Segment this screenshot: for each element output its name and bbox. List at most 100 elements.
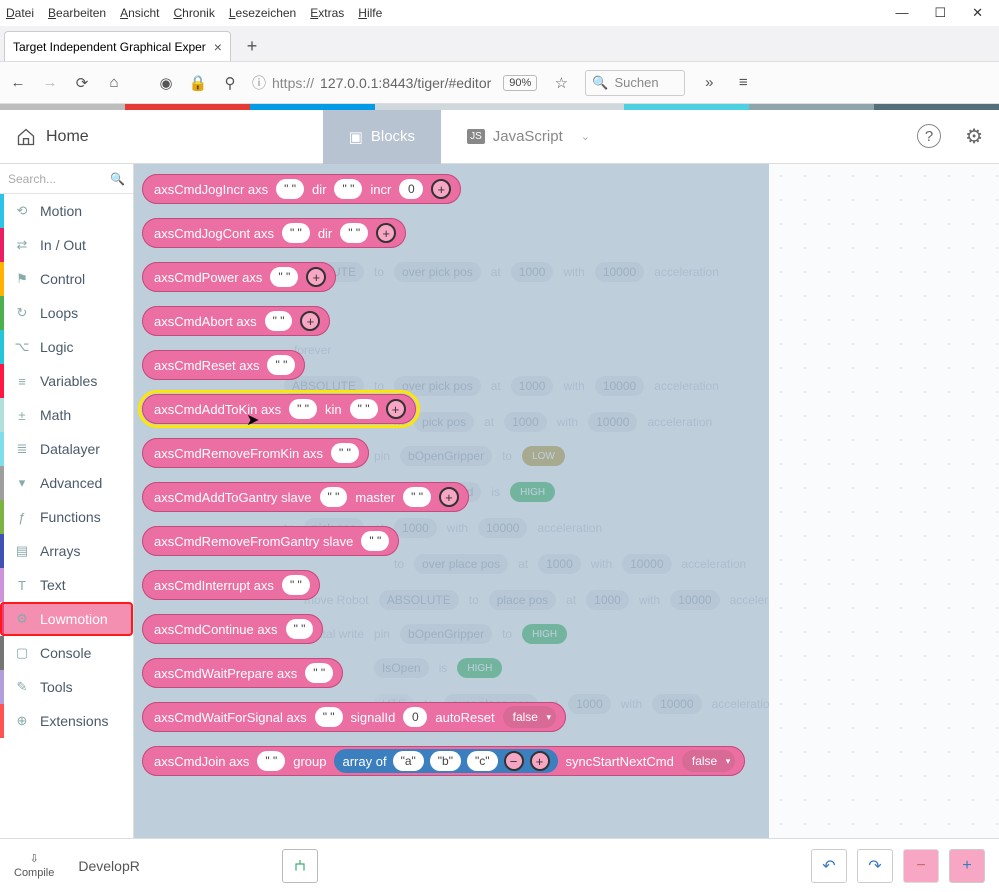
block-arg[interactable]: " ": [334, 179, 362, 199]
menu-extras[interactable]: Extras: [310, 6, 344, 20]
block-wait-for-signal[interactable]: axsCmdWaitForSignal axs " " signalId 0 a…: [142, 702, 566, 732]
plus-icon[interactable]: +: [431, 179, 451, 199]
sidebar-item-lowm[interactable]: ⚙Lowmotion: [0, 602, 133, 636]
block-jog-incr[interactable]: axsCmdJogIncr axs " " dir " " incr 0 +: [142, 174, 461, 204]
sidebar-item-vars[interactable]: ≡Variables: [0, 364, 133, 398]
search-field[interactable]: 🔍 Suchen: [585, 70, 685, 96]
sidebar-item-math[interactable]: ±Math: [0, 398, 133, 432]
block-arg[interactable]: " ": [289, 399, 317, 419]
minus-icon[interactable]: −: [504, 751, 524, 771]
plus-icon[interactable]: +: [300, 311, 320, 331]
block-arg[interactable]: " ": [403, 487, 431, 507]
block-jog-cont[interactable]: axsCmdJogCont axs " " dir " " +: [142, 218, 406, 248]
forward-icon[interactable]: →: [40, 74, 60, 91]
plus-icon[interactable]: +: [386, 399, 406, 419]
sidebar-item-datalayer[interactable]: ≣Datalayer: [0, 432, 133, 466]
bookmark-icon[interactable]: ☆: [551, 74, 571, 92]
sidebar-item-arrays[interactable]: ▤Arrays: [0, 534, 133, 568]
block-remove-from-kin[interactable]: axsCmdRemoveFromKin axs " ": [142, 438, 369, 468]
menu-hilfe[interactable]: Hilfe: [358, 6, 382, 20]
tab-blocks[interactable]: ▣ Blocks: [323, 110, 441, 164]
menu-lesezeichen[interactable]: Lesezeichen: [229, 6, 296, 20]
plus-icon[interactable]: +: [306, 267, 326, 287]
block-dropdown[interactable]: false: [682, 750, 735, 772]
block-arg[interactable]: " ": [267, 355, 295, 375]
lock-icon[interactable]: 🔒: [188, 74, 208, 92]
array-group[interactable]: array of "a" "b" "c" − +: [334, 749, 557, 773]
block-arg[interactable]: " ": [305, 663, 333, 683]
menu-ansicht[interactable]: Ansicht: [120, 6, 159, 20]
sidebar-item-control[interactable]: ⚑Control: [0, 262, 133, 296]
project-name[interactable]: DevelopR: [68, 849, 268, 883]
menu-chronik[interactable]: Chronik: [173, 6, 214, 20]
shield-icon[interactable]: ◉: [156, 74, 176, 92]
plus-icon[interactable]: +: [376, 223, 396, 243]
workspace[interactable]: HIGH ABSOLUTEtoover pick pos at1000with1…: [134, 164, 999, 838]
block-join[interactable]: axsCmdJoin axs " " group array of "a" "b…: [142, 746, 745, 776]
window-close-icon[interactable]: ✕: [972, 5, 983, 21]
zoom-out-button[interactable]: −: [903, 849, 939, 883]
block-arg[interactable]: "a": [393, 751, 424, 771]
block-arg[interactable]: " ": [282, 575, 310, 595]
plus-icon[interactable]: +: [439, 487, 459, 507]
sidebar-item-tools[interactable]: ✎Tools: [0, 670, 133, 704]
browser-tab[interactable]: Target Independent Graphical Exper ×: [4, 31, 231, 61]
block-arg[interactable]: " ": [315, 707, 343, 727]
block-add-to-gantry[interactable]: axsCmdAddToGantry slave " " master " " +: [142, 482, 469, 512]
block-add-to-kin[interactable]: axsCmdAddToKin axs " " kin " " + ➤: [142, 394, 416, 424]
help-icon[interactable]: ?: [917, 124, 941, 148]
tab-close-icon[interactable]: ×: [214, 39, 222, 55]
sidebar-item-ext[interactable]: ⊕Extensions: [0, 704, 133, 738]
block-arg[interactable]: "c": [467, 751, 498, 771]
window-minimize-icon[interactable]: —: [895, 5, 908, 21]
sidebar-item-logic[interactable]: ⌥Logic: [0, 330, 133, 364]
sidebar-item-inout[interactable]: ⇄In / Out: [0, 228, 133, 262]
block-arg[interactable]: " ": [282, 223, 310, 243]
menu-datei[interactable]: Datei: [6, 6, 34, 20]
palette-search[interactable]: Search... 🔍: [0, 164, 133, 194]
sidebar-item-adv[interactable]: ▾Advanced: [0, 466, 133, 500]
sidebar-item-loops[interactable]: ↻Loops: [0, 296, 133, 330]
home-button[interactable]: Home: [16, 127, 89, 147]
tree-button[interactable]: [282, 849, 318, 883]
block-arg[interactable]: " ": [286, 619, 314, 639]
block-continue[interactable]: axsCmdContinue axs " ": [142, 614, 323, 644]
chevron-down-icon[interactable]: ⌄: [581, 130, 590, 143]
block-interrupt[interactable]: axsCmdInterrupt axs " ": [142, 570, 320, 600]
sidebar-item-console[interactable]: ▢Console: [0, 636, 133, 670]
block-wait-prepare[interactable]: axsCmdWaitPrepare axs " ": [142, 658, 343, 688]
block-dropdown[interactable]: false: [503, 706, 556, 728]
block-remove-from-gantry[interactable]: axsCmdRemoveFromGantry slave " ": [142, 526, 399, 556]
block-arg[interactable]: 0: [403, 707, 427, 727]
tab-javascript[interactable]: JS JavaScript ⌄: [441, 110, 616, 164]
block-arg[interactable]: " ": [361, 531, 389, 551]
block-arg[interactable]: " ": [340, 223, 368, 243]
menu-bearbeiten[interactable]: Bearbeiten: [48, 6, 106, 20]
sidebar-item-motion[interactable]: ⟲Motion: [0, 194, 133, 228]
sidebar-item-func[interactable]: ƒFunctions: [0, 500, 133, 534]
overflow-icon[interactable]: »: [699, 74, 719, 91]
block-arg[interactable]: " ": [331, 443, 359, 463]
back-icon[interactable]: ←: [8, 74, 28, 91]
block-power[interactable]: axsCmdPower axs " " +: [142, 262, 336, 292]
block-arg[interactable]: " ": [276, 179, 304, 199]
block-arg[interactable]: " ": [350, 399, 378, 419]
block-arg[interactable]: " ": [257, 751, 285, 771]
settings-icon[interactable]: ⚙: [965, 124, 983, 149]
undo-button[interactable]: ↶: [811, 849, 847, 883]
hamburger-icon[interactable]: ≡: [733, 74, 753, 91]
zoom-in-button[interactable]: +: [949, 849, 985, 883]
window-maximize-icon[interactable]: ☐: [934, 5, 946, 21]
home-icon[interactable]: ⌂: [104, 74, 124, 91]
sidebar-item-text[interactable]: TText: [0, 568, 133, 602]
block-arg[interactable]: "b": [430, 751, 461, 771]
new-tab-button[interactable]: +: [237, 31, 267, 61]
block-reset[interactable]: axsCmdReset axs " ": [142, 350, 305, 380]
block-arg[interactable]: " ": [270, 267, 298, 287]
block-arg[interactable]: " ": [265, 311, 293, 331]
reload-icon[interactable]: ⟳: [72, 74, 92, 92]
block-abort[interactable]: axsCmdAbort axs " " +: [142, 306, 330, 336]
block-arg[interactable]: " ": [320, 487, 348, 507]
plus-icon[interactable]: +: [530, 751, 550, 771]
redo-button[interactable]: ↷: [857, 849, 893, 883]
